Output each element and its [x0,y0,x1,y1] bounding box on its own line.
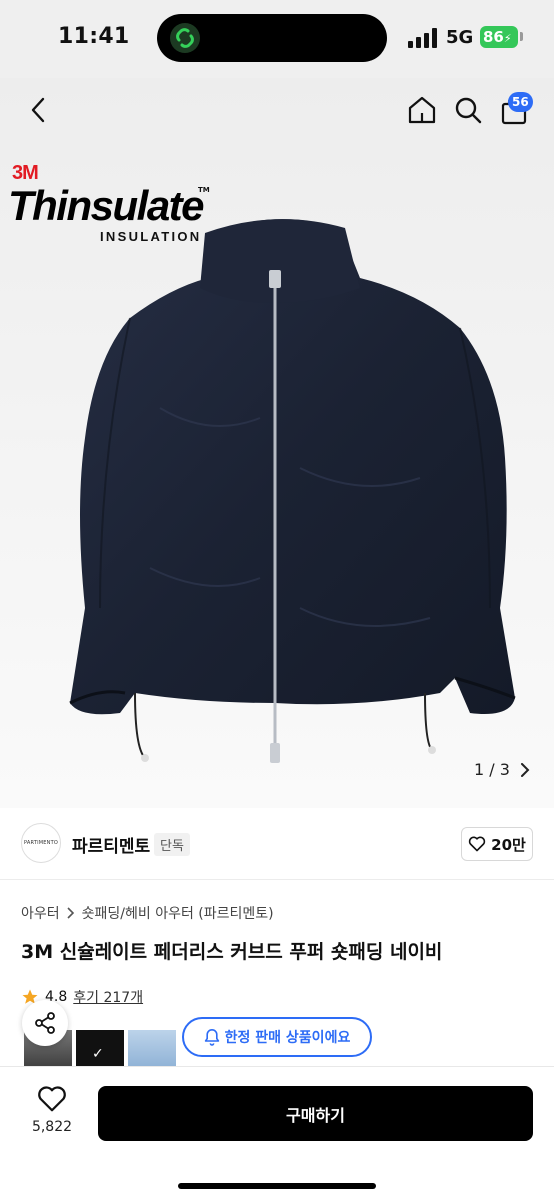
seller-row[interactable]: PARTIMENTO 파르티멘토 단독 20만 [0,808,554,880]
back-button[interactable] [18,90,58,130]
product-title: 3M 신슐레이트 페더리스 커브드 푸퍼 숏패딩 네이비 [21,941,443,963]
review-count-link[interactable]: 후기 217개 [73,987,143,1007]
battery-level: 86 [483,28,504,46]
wishlist-button[interactable]: 5,822 [24,1085,80,1157]
bell-icon [204,1029,219,1046]
exclusive-tag: 단독 [154,833,190,856]
color-thumbnail[interactable] [128,1030,176,1068]
breadcrumb-subcategory[interactable]: 숏패딩/헤비 아우터 (파르티멘토) [82,903,274,923]
cart-count-badge: 56 [508,92,533,112]
battery-cap [520,32,523,41]
brand-like-count: 20만 [491,835,526,854]
breadcrumb-chevron-icon [67,907,74,919]
share-icon [35,1012,55,1034]
status-bar: 11:41 5G 86⚡ [0,0,554,78]
home-button[interactable] [402,90,442,130]
color-thumbnail-selected[interactable]: ✓ [76,1030,124,1068]
trademark-mark: TM [198,186,210,194]
heart-icon [38,1086,66,1112]
link-icon [170,23,200,53]
search-button[interactable] [448,90,488,130]
limited-sale-notice[interactable]: 한정 판매 상품이에요 [182,1017,372,1057]
buy-button[interactable]: 구매하기 [98,1086,533,1141]
status-time: 11:41 [58,24,130,49]
home-indicator [178,1183,376,1189]
jacket-product-image [69,219,516,763]
brand-like-button[interactable]: 20만 [461,827,533,861]
share-button[interactable] [22,1000,68,1046]
heart-icon [468,836,486,852]
wishlist-count: 5,822 [31,1119,73,1135]
home-icon [408,96,436,124]
network-type: 5G [446,27,474,48]
seller-logo[interactable]: PARTIMENTO [21,823,61,863]
product-image-carousel[interactable]: 56 3M Thinsulate TM INSULATION 1 / 3 [0,78,554,808]
page-indicator-text: 1 / 3 [474,760,510,779]
search-icon [455,97,482,124]
seller-name[interactable]: 파르티멘토 [72,832,150,857]
chevron-left-icon [31,97,45,123]
bottom-action-bar: 5,822 구매하기 [0,1066,554,1200]
image-page-indicator[interactable]: 1 / 3 [474,760,530,779]
chevron-right-icon [520,762,530,777]
breadcrumb: 아우터 숏패딩/헤비 아우터 (파르티멘토) [21,903,274,923]
breadcrumb-category[interactable]: 아우터 [21,903,60,923]
battery-icon: 86⚡ [480,26,518,48]
limited-sale-notice-text: 한정 판매 상품이에요 [224,1030,351,1046]
signal-icon [408,28,437,48]
check-icon: ✓ [92,1046,104,1062]
dynamic-island [157,14,387,62]
